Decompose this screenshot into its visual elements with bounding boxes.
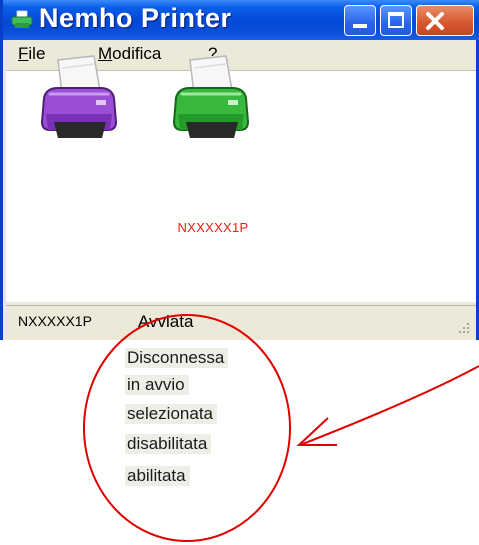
state-label: in avvio xyxy=(125,375,189,395)
state-label: disabilitata xyxy=(125,434,212,454)
state-label: abilitata xyxy=(125,466,190,486)
annotation-marks xyxy=(83,314,479,542)
annotation-arrow xyxy=(299,365,479,446)
annotation-arrowhead xyxy=(296,417,337,446)
state-label: selezionata xyxy=(125,404,218,424)
state-label: Disconnessa xyxy=(125,348,229,368)
